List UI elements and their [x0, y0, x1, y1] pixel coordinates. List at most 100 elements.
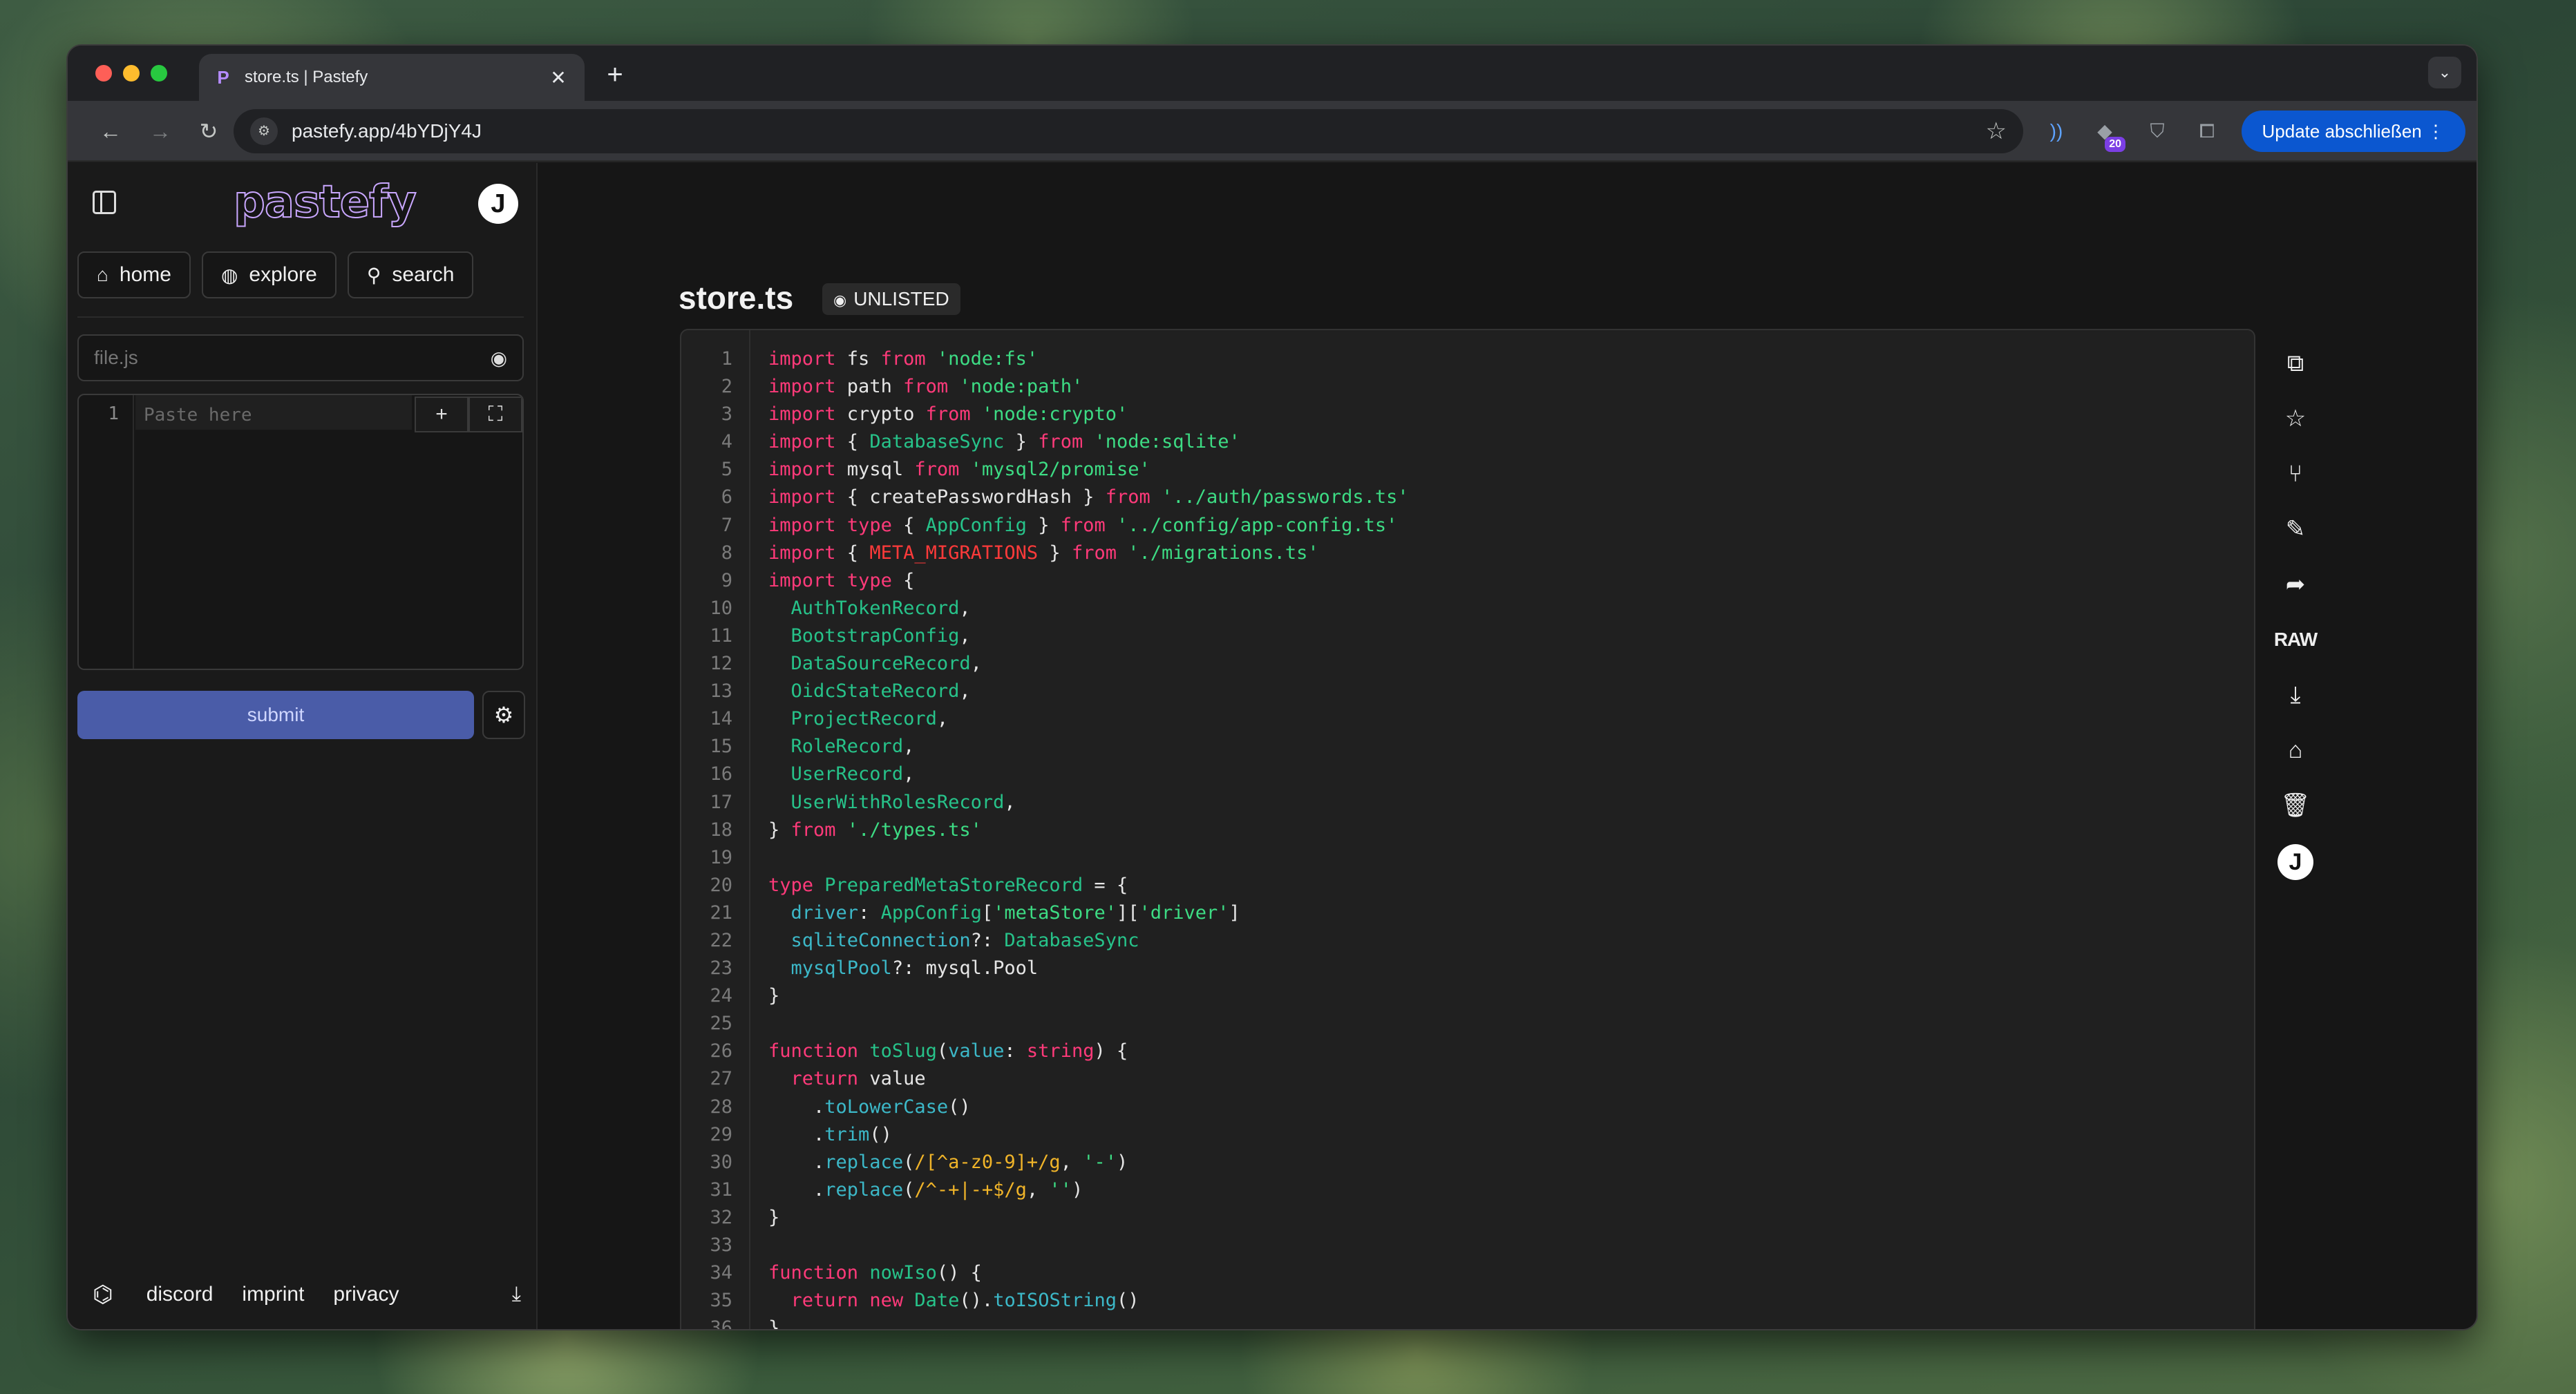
footer-link-discord[interactable]: discord: [146, 1283, 214, 1306]
code-text: OidcStateRecord,: [790, 680, 971, 703]
paste-title: store.ts: [679, 280, 794, 316]
code-line: 30 .replace(/[^a-z0-9]+/g, '-'): [681, 1149, 2254, 1176]
line-number: 3: [721, 403, 732, 426]
minimize-window-button[interactable]: [123, 65, 140, 82]
filename-field[interactable]: ◉: [77, 334, 524, 381]
editor-placeholder[interactable]: Paste here: [144, 405, 252, 426]
nav-explore-button[interactable]: ◍ explore: [201, 251, 337, 298]
code-text: import { createPasswordHash } from '../a…: [768, 486, 1409, 508]
line-number: 6: [721, 486, 732, 508]
line-number: 16: [710, 763, 732, 785]
code-text: import { META_MIGRATIONS } from './migra…: [768, 542, 1319, 564]
filename-input[interactable]: [94, 347, 491, 369]
shield-extension-icon[interactable]: ⛉: [2143, 117, 2171, 145]
footer-link-imprint[interactable]: imprint: [242, 1283, 304, 1306]
user-avatar[interactable]: J: [2268, 833, 2323, 888]
line-number: 9: [721, 569, 732, 591]
visibility-eye-icon[interactable]: ◉: [491, 347, 507, 370]
code-text: import fs from 'node:fs': [768, 348, 1039, 370]
line-number: 27: [710, 1068, 732, 1090]
address-bar[interactable]: ⚙ pastefy.app/4bYDjY4J ☆: [234, 109, 2023, 153]
footer-link-privacy[interactable]: privacy: [333, 1283, 399, 1306]
puzzle-extensions-icon[interactable]: ⧠: [2193, 117, 2221, 145]
line-number: 24: [710, 985, 732, 1007]
copy-icon[interactable]: ⧉: [2268, 336, 2323, 391]
browser-window: P store.ts | Pastefy ✕ + ⌄ ← → ↻ ⚙ paste…: [66, 44, 2478, 1330]
code-line: 28 .toLowerCase(): [681, 1094, 2254, 1121]
sidebar-footer: ⌬ discord imprint privacy ⤓: [93, 1281, 521, 1308]
settings-gear-icon[interactable]: ⚙: [482, 691, 525, 739]
code-text: import path from 'node:path': [768, 376, 1083, 398]
nav-home-button[interactable]: ⌂ home: [77, 251, 191, 298]
line-number: 23: [710, 957, 732, 980]
code-text: sqliteConnection?: DatabaseSync: [790, 929, 1139, 951]
trash-icon[interactable]: 🗑: [2268, 778, 2323, 833]
code-text: .replace(/[^a-z0-9]+/g, '-'): [768, 1151, 1128, 1173]
pastefy-logo[interactable]: pastefy: [233, 176, 417, 229]
line-number: 2: [721, 376, 732, 398]
code-text: RoleRecord,: [790, 736, 915, 758]
line-number: 31: [710, 1178, 732, 1201]
code-content[interactable]: 1 import fs from 'node:fs' 2 import path fr…: [681, 345, 2254, 1329]
code-line: 5 import mysql from 'mysql2/promise': [681, 456, 2254, 484]
fork-icon[interactable]: ⑂: [2268, 446, 2323, 502]
wave-extension-icon[interactable]: )): [2043, 117, 2070, 145]
submit-button[interactable]: submit: [77, 691, 474, 739]
visibility-badge: ◉ UNLISTED: [822, 283, 960, 315]
code-text: AuthTokenRecord,: [790, 597, 971, 619]
extension-badge: 20: [2105, 137, 2125, 152]
line-number: 8: [721, 542, 732, 564]
code-line: 17 UserWithRolesRecord,: [681, 789, 2254, 817]
code-line: 3 import crypto from 'node:crypto': [681, 401, 2254, 428]
download-icon[interactable]: ⤓: [2268, 667, 2323, 723]
code-text: import crypto from 'node:crypto': [768, 403, 1128, 426]
line-number: 21: [710, 901, 732, 924]
code-line: 4 import { DatabaseSync } from 'node:sqli…: [681, 428, 2254, 456]
nav-search-button[interactable]: ⚲ search: [347, 251, 474, 298]
fullscreen-icon[interactable]: ⛶: [468, 397, 522, 432]
paste-editor[interactable]: 1 Paste here + ⛶: [77, 394, 524, 670]
code-line: 12 DataSourceRecord,: [681, 650, 2254, 678]
bookmark-star-icon[interactable]: ☆: [1986, 117, 2007, 145]
share-icon[interactable]: ➦: [2268, 557, 2323, 612]
line-number: 29: [710, 1123, 732, 1145]
tag-icon[interactable]: ⌂: [2268, 723, 2323, 778]
add-file-button[interactable]: +: [415, 397, 468, 432]
close-tab-icon[interactable]: ✕: [546, 66, 571, 89]
url-text[interactable]: pastefy.app/4bYDjY4J: [292, 120, 1986, 142]
close-window-button[interactable]: [95, 65, 112, 82]
sidebar-toggle-icon[interactable]: [93, 191, 116, 214]
tab-strip: P store.ts | Pastefy ✕ + ⌄: [68, 46, 2476, 101]
maximize-window-button[interactable]: [151, 65, 167, 82]
line-number: 17: [710, 791, 732, 813]
edit-pencil-icon[interactable]: ✎: [2268, 502, 2323, 557]
code-line: 11 BootstrapConfig,: [681, 622, 2254, 650]
code-line: 35 return new Date().toISOString(): [681, 1287, 2254, 1315]
star-icon[interactable]: ☆: [2268, 391, 2323, 446]
code-line: 31 .replace(/^-+|-+$/g, ''): [681, 1176, 2254, 1204]
reload-icon[interactable]: ↻: [192, 115, 225, 148]
github-icon[interactable]: ⌬: [93, 1281, 113, 1308]
site-info-icon[interactable]: ⚙: [250, 117, 278, 145]
code-line: 15 RoleRecord,: [681, 733, 2254, 761]
code-line: 20 type PreparedMetaStoreRecord = {: [681, 872, 2254, 899]
extension-icon[interactable]: ◆ 20: [2091, 117, 2125, 152]
tab-active[interactable]: P store.ts | Pastefy ✕: [199, 54, 585, 101]
line-number: 30: [710, 1151, 732, 1173]
code-line: 26 function toSlug(value: string) {: [681, 1038, 2254, 1065]
code-line: 19: [681, 844, 2254, 872]
raw-button[interactable]: RAW: [2268, 612, 2323, 667]
update-browser-button[interactable]: Update abschließen ⋮: [2241, 111, 2465, 152]
tab-search-chevron-icon[interactable]: ⌄: [2428, 57, 2461, 88]
code-line: 8 import { META_MIGRATIONS } from './migr…: [681, 540, 2254, 567]
line-number: 5: [721, 459, 732, 481]
new-tab-button[interactable]: +: [600, 59, 630, 90]
window-controls: [95, 65, 167, 82]
user-avatar[interactable]: J: [478, 184, 518, 224]
forward-arrow-icon[interactable]: →: [144, 115, 177, 148]
code-text: function nowIso() {: [768, 1262, 982, 1284]
back-arrow-icon[interactable]: ←: [94, 115, 127, 148]
install-app-icon[interactable]: ⤓: [512, 1283, 521, 1306]
code-line: 36}: [681, 1315, 2254, 1329]
code-viewer[interactable]: 1 import fs from 'node:fs' 2 import path fr…: [680, 329, 2255, 1329]
